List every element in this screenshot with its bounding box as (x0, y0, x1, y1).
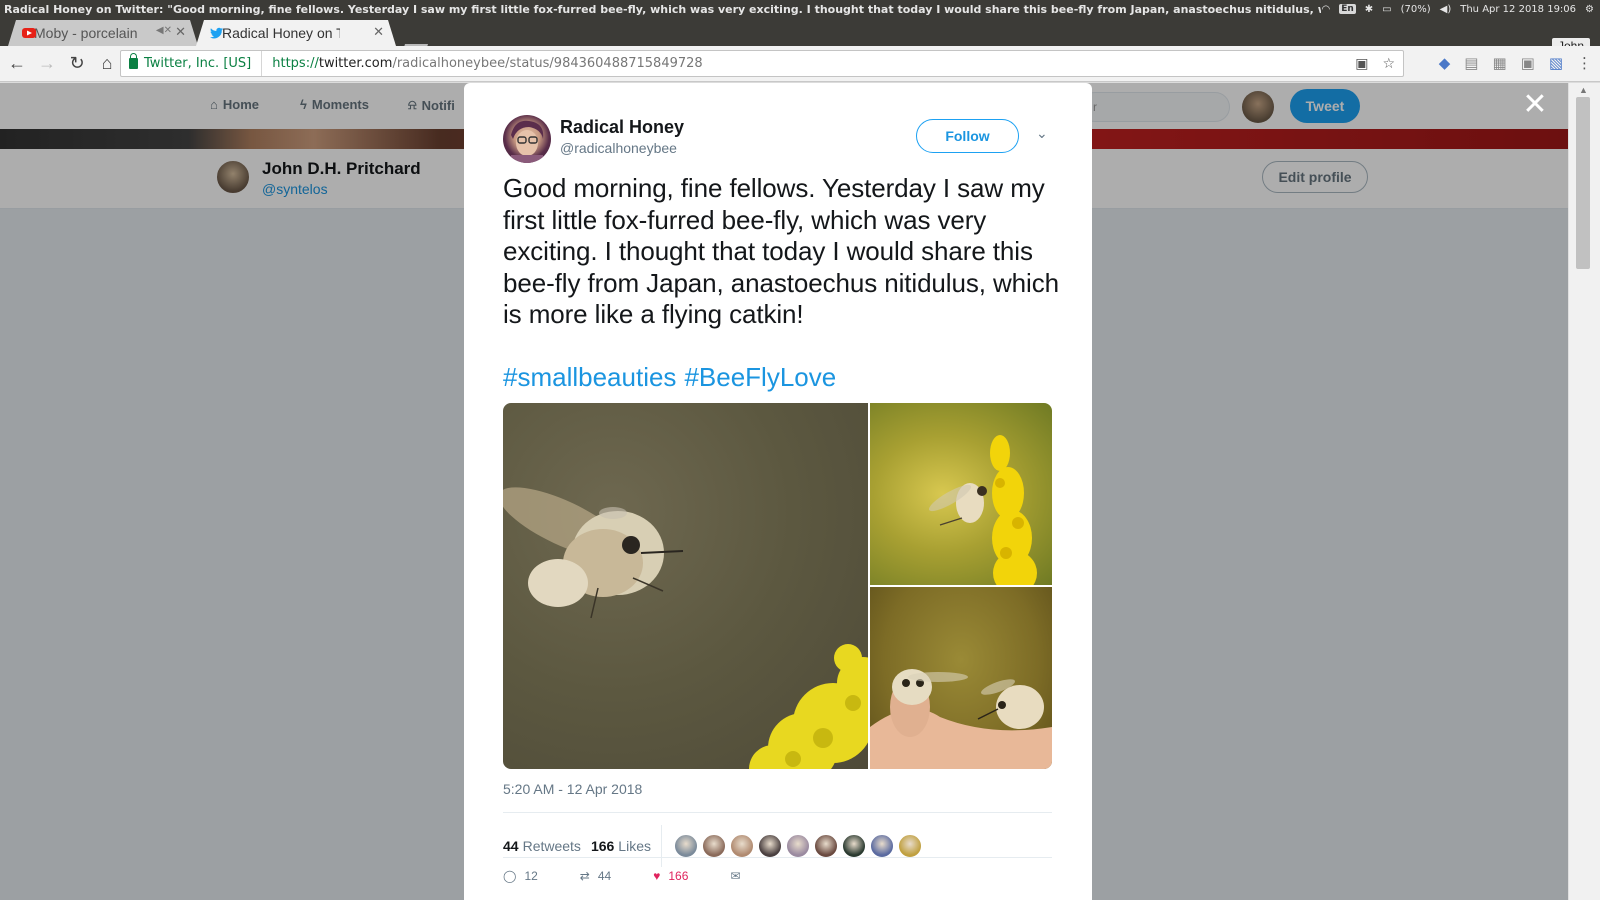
heart-icon: ♥ (653, 869, 661, 883)
forward-arrow-icon[interactable]: → (34, 51, 60, 77)
google-translate-icon[interactable]: ▧ (1549, 54, 1563, 72)
hashtags: #smallbeauties #BeeFlyLove (503, 362, 836, 393)
reply-icon: ◯ (503, 869, 517, 883)
author-name[interactable]: Radical Honey (560, 117, 684, 138)
battery-icon[interactable]: ▭ (1382, 4, 1391, 15)
back-arrow-icon[interactable]: ← (4, 51, 30, 77)
settings-gear-icon[interactable]: ⚙ (1585, 4, 1594, 15)
liker-avatar[interactable] (897, 834, 922, 858)
home-icon[interactable]: ⌂ (94, 51, 120, 77)
tweet-text: Good morning, fine fellows. Yesterday I … (503, 173, 1059, 329)
divider (503, 857, 1052, 858)
twitter-bird-icon (210, 26, 224, 40)
security-label: Twitter, Inc. [US] (144, 56, 252, 71)
bookmark-star-icon[interactable]: ☆ (1382, 56, 1395, 72)
window-title: Radical Honey on Twitter: "Good morning,… (4, 2, 1321, 16)
tweet-photo[interactable] (503, 403, 868, 769)
system-tray: ◠ En ✱ ▭ (70%) ◀) Thu Apr 12 2018 19:06 … (1321, 4, 1600, 15)
retweet-button[interactable]: ⇄ 44 (580, 869, 611, 883)
tweet-stats: 44 Retweets 166 Likes (503, 825, 922, 867)
hashtag-link[interactable]: #smallbeauties (503, 362, 676, 393)
tweet-permalink-modal: Radical Honey @radicalhoneybee Follow ⌄ … (464, 83, 1092, 900)
like-button[interactable]: ♥ 166 (653, 869, 688, 883)
tweet-media-grid (503, 403, 1052, 769)
scrollbar[interactable]: ▲ (1568, 83, 1600, 900)
liker-avatar[interactable] (813, 834, 838, 858)
chevron-down-icon[interactable]: ⌄ (1036, 125, 1048, 142)
tab-moby[interactable]: Moby - porcelain ◀✕ ✕ (8, 20, 198, 46)
system-top-panel: Radical Honey on Twitter: "Good morning,… (0, 0, 1600, 18)
liker-avatar[interactable] (841, 834, 866, 858)
volume-icon[interactable]: ◀) (1440, 4, 1452, 15)
reply-button[interactable]: ◯ 12 (503, 869, 538, 883)
liker-avatar[interactable] (869, 834, 894, 858)
author-avatar[interactable] (503, 115, 551, 163)
scroll-up-icon[interactable]: ▲ (1579, 85, 1588, 95)
security-indicator[interactable]: Twitter, Inc. [US] (121, 51, 263, 76)
hashtag-link[interactable]: #BeeFlyLove (684, 362, 836, 393)
tweet-timestamp[interactable]: 5:20 AM - 12 Apr 2018 (503, 781, 642, 797)
tweet-photo[interactable] (870, 587, 1052, 769)
url-text[interactable]: https://twitter.com/radicalhoneybee/stat… (262, 56, 702, 71)
divider (503, 812, 1052, 813)
likers-avatars (673, 834, 922, 858)
menu-kebab-icon[interactable]: ⋮ (1577, 54, 1592, 72)
reload-icon[interactable]: ↻ (64, 51, 90, 77)
keyboard-indicator[interactable]: En (1339, 4, 1356, 14)
liker-avatar[interactable] (673, 834, 698, 858)
close-tab-icon[interactable]: ✕ (175, 24, 186, 40)
tab-strip: Moby - porcelain ◀✕ ✕ Radical Honey on T… (0, 18, 1600, 46)
tab-label: Moby - porcelain (34, 25, 138, 41)
extension-puzzle-icon[interactable]: ▦ (1492, 54, 1506, 72)
close-tab-icon[interactable]: ✕ (373, 24, 384, 40)
address-bar[interactable]: Twitter, Inc. [US] https://twitter.com/r… (120, 50, 1404, 77)
tweet-actions: ◯ 12 ⇄ 44 ♥ 166 ✉ (503, 869, 740, 883)
divider (660, 825, 662, 867)
liker-avatar[interactable] (701, 834, 726, 858)
extension-cap-icon[interactable]: ◆ (1439, 54, 1451, 72)
browser-toolbar: ← → ↻ ⌂ Twitter, Inc. [US] https://twitt… (0, 46, 1600, 82)
translate-blocked-icon[interactable]: ▣ (1355, 56, 1368, 72)
retweet-icon: ⇄ (579, 869, 590, 883)
retweets-stat[interactable]: 44 Retweets (503, 838, 581, 854)
tab-radical-honey[interactable]: Radical Honey on Twitter ✕ (196, 20, 396, 46)
follow-button[interactable]: Follow (916, 119, 1019, 153)
battery-percent: (70%) (1400, 3, 1431, 15)
bluetooth-icon[interactable]: ✱ (1365, 4, 1373, 15)
liker-avatar[interactable] (729, 834, 754, 858)
tab-label: Radical Honey on Twitter (222, 25, 333, 41)
envelope-icon: ✉ (730, 869, 741, 883)
likes-stat[interactable]: 166 Likes (591, 838, 651, 854)
youtube-icon (22, 26, 36, 40)
tweet-photo[interactable] (870, 403, 1052, 585)
camera-icon[interactable]: ▣ (1521, 54, 1535, 72)
lock-icon (129, 53, 138, 69)
liker-avatar[interactable] (785, 834, 810, 858)
direct-message-button[interactable]: ✉ (730, 869, 740, 883)
clock[interactable]: Thu Apr 12 2018 19:06 (1460, 4, 1576, 15)
rss-icon[interactable]: ▤ (1464, 54, 1478, 72)
author-handle[interactable]: @radicalhoneybee (560, 140, 677, 156)
wifi-icon[interactable]: ◠ (1321, 4, 1330, 15)
close-icon[interactable]: ✕ (1520, 90, 1550, 121)
scrollbar-thumb[interactable] (1576, 97, 1590, 269)
author-portrait (511, 120, 544, 163)
speaker-muted-icon[interactable]: ◀✕ (156, 25, 172, 36)
liker-avatar[interactable] (757, 834, 782, 858)
